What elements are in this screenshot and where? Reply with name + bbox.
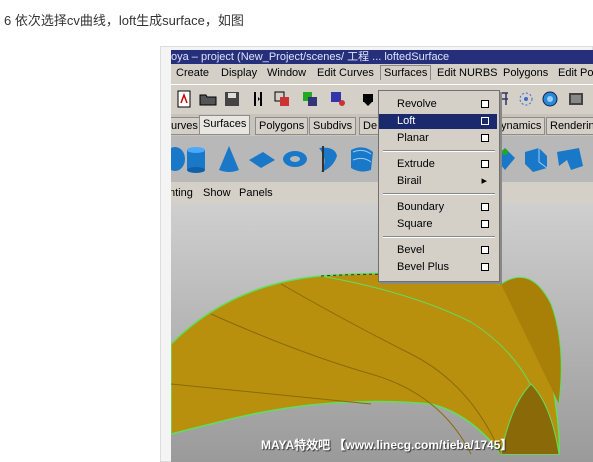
option-box-icon[interactable] bbox=[481, 246, 489, 254]
menu-item-planar[interactable]: Planar bbox=[379, 131, 497, 146]
option-box-icon[interactable] bbox=[481, 117, 489, 125]
option-box-icon[interactable] bbox=[481, 134, 489, 142]
loft-shelf-icon[interactable] bbox=[347, 142, 377, 176]
revolve-icon[interactable] bbox=[315, 142, 341, 176]
shelf-tab-polygons[interactable]: Polygons bbox=[255, 117, 309, 135]
option-box-icon[interactable] bbox=[481, 263, 489, 271]
menu-edit-curves[interactable]: Edit Curves bbox=[317, 67, 374, 79]
option-box-icon[interactable] bbox=[481, 220, 489, 228]
step-caption: 6 依次选择cv曲线，loft生成surface，如图 bbox=[4, 13, 244, 28]
menu-create[interactable]: Create bbox=[176, 67, 209, 79]
menu-separator bbox=[383, 236, 495, 238]
lock-selection-icon[interactable] bbox=[359, 90, 377, 108]
new-scene-icon[interactable] bbox=[175, 90, 193, 108]
menu-item-boundary[interactable]: Boundary bbox=[379, 200, 497, 215]
birail-icon[interactable] bbox=[521, 144, 551, 174]
menu-polygons[interactable]: Polygons bbox=[503, 67, 548, 79]
main-menubar: Create Display Window Edit Curves Surfac… bbox=[171, 64, 593, 84]
select-by-object-icon[interactable] bbox=[301, 90, 319, 108]
shelf-tab-dynamics[interactable]: ynamics bbox=[497, 117, 546, 135]
maya-screenshot: oya – project (New_Project/scenes/ 工程 ..… bbox=[171, 50, 593, 462]
select-by-hierarchy-icon[interactable] bbox=[273, 90, 291, 108]
shelf-tab-curves[interactable]: urves bbox=[171, 117, 202, 135]
viewport-menu-lighting[interactable]: nting bbox=[171, 187, 193, 199]
viewport-menu-panels[interactable]: Panels bbox=[239, 187, 273, 199]
menu-surfaces[interactable]: Surfaces bbox=[380, 65, 432, 80]
menu-item-loft[interactable]: Loft bbox=[379, 114, 497, 129]
submenu-arrow-icon: ▸ bbox=[481, 175, 487, 187]
shelf-tab-subdivs[interactable]: Subdivs bbox=[309, 117, 357, 135]
menu-item-square[interactable]: Square bbox=[379, 217, 497, 232]
render-icon[interactable] bbox=[567, 90, 585, 108]
menu-display[interactable]: Display bbox=[221, 67, 257, 79]
shelf-tab-surfaces[interactable]: Surfaces bbox=[199, 115, 251, 135]
render-view-icon[interactable] bbox=[541, 90, 559, 108]
menu-edit-nurbs[interactable]: Edit NURBS bbox=[437, 67, 498, 79]
separator-handle-icon[interactable] bbox=[249, 90, 267, 108]
menu-window[interactable]: Window bbox=[267, 67, 306, 79]
shelf-tab-rendering[interactable]: Renderin bbox=[546, 117, 593, 135]
window-title-bar: oya – project (New_Project/scenes/ 工程 ..… bbox=[171, 50, 593, 64]
cone-icon[interactable] bbox=[217, 144, 241, 174]
cylinder-icon[interactable] bbox=[185, 144, 207, 174]
surfaces-dropdown-menu: Revolve Loft Planar Extrude Birail ▸ Boun… bbox=[378, 90, 500, 282]
menu-edit-polygons[interactable]: Edit Po bbox=[558, 67, 593, 79]
open-scene-icon[interactable] bbox=[199, 90, 217, 108]
menu-item-birail[interactable]: Birail ▸ bbox=[379, 174, 497, 189]
plane-icon[interactable] bbox=[247, 150, 277, 170]
menu-separator bbox=[383, 193, 495, 195]
menu-item-revolve[interactable]: Revolve bbox=[379, 97, 497, 112]
boundary-icon[interactable] bbox=[555, 146, 585, 172]
menu-item-bevel[interactable]: Bevel bbox=[379, 243, 497, 258]
save-scene-icon[interactable] bbox=[223, 90, 241, 108]
snap-to-curve-icon[interactable] bbox=[517, 90, 535, 108]
menu-item-extrude[interactable]: Extrude bbox=[379, 157, 497, 172]
menu-item-bevel-plus[interactable]: Bevel Plus bbox=[379, 260, 497, 275]
option-box-icon[interactable] bbox=[481, 160, 489, 168]
window-title: oya – project (New_Project/scenes/ 工程 ..… bbox=[171, 51, 450, 63]
select-by-component-icon[interactable] bbox=[329, 90, 347, 108]
viewport-menu-show[interactable]: Show bbox=[203, 187, 231, 199]
option-box-icon[interactable] bbox=[481, 203, 489, 211]
watermark: MAYA特效吧 【www.linecg.com/tieba/1745】 bbox=[261, 438, 513, 452]
menu-separator bbox=[383, 150, 495, 152]
option-box-icon[interactable] bbox=[481, 100, 489, 108]
sphere-icon[interactable] bbox=[171, 144, 185, 174]
torus-icon[interactable] bbox=[281, 146, 309, 172]
